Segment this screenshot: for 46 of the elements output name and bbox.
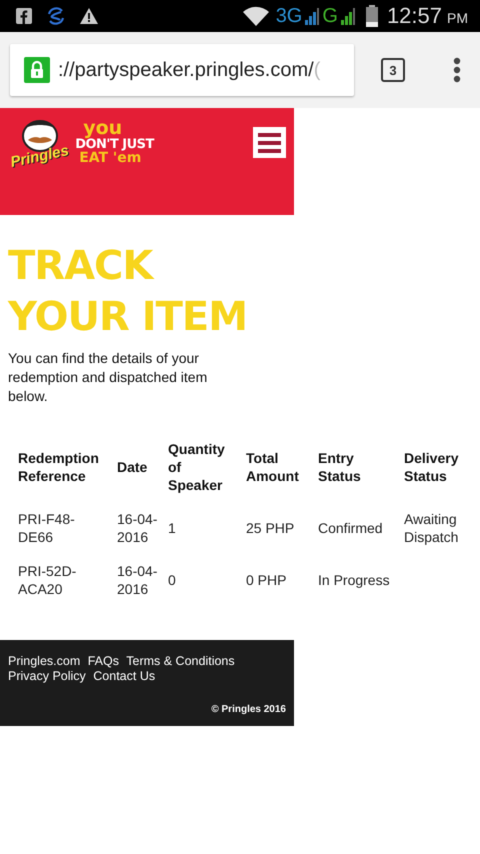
copyright-text: © Pringles 2016 bbox=[210, 704, 286, 715]
column-header: Quantity of Speaker bbox=[168, 440, 226, 494]
footer-link[interactable]: Contact Us bbox=[93, 669, 156, 683]
table-cell-text: 25 PHP bbox=[246, 519, 296, 537]
column-header: Delivery Status bbox=[404, 449, 460, 485]
page-title: YOUR ITEM bbox=[8, 293, 248, 342]
signal-icon bbox=[305, 7, 320, 25]
table-cell-text: 16-04-2016 bbox=[117, 510, 158, 546]
network-label: G bbox=[322, 4, 338, 28]
footer-link[interactable]: FAQs bbox=[88, 654, 119, 668]
column-header: Entry Status bbox=[318, 449, 362, 485]
table-cell-text: In Progress bbox=[318, 571, 391, 589]
table-cell-text: 16-04-2016 bbox=[117, 562, 158, 598]
clock-time: 12:57 bbox=[386, 3, 442, 29]
tab-count-button[interactable]: 3 bbox=[381, 58, 405, 82]
table-cell-text: Awaiting Dispatch bbox=[404, 510, 460, 546]
intro-text: You can find the details of your redemption and dispatched item below. bbox=[8, 349, 208, 406]
tagline-text: you bbox=[83, 118, 122, 138]
facebook-icon bbox=[16, 8, 32, 24]
footer-link[interactable]: Pringles.com bbox=[8, 654, 80, 668]
wifi-icon bbox=[242, 6, 269, 26]
clock-period: PM bbox=[447, 10, 468, 26]
battery-icon bbox=[366, 5, 378, 27]
table-cell-text: PRI-52D-ACA20 bbox=[18, 562, 78, 598]
signal-icon bbox=[340, 7, 355, 25]
table-cell-text: 0 PHP bbox=[246, 571, 288, 589]
footer-link[interactable]: Terms & Conditions bbox=[126, 654, 235, 668]
brand-logo: Pringles bbox=[8, 142, 70, 171]
table-cell-text: 1 bbox=[168, 519, 177, 537]
tagline-text: EAT 'em bbox=[79, 150, 142, 164]
warning-icon bbox=[80, 8, 98, 24]
table-cell-text: Confirmed bbox=[318, 519, 384, 537]
sync-icon bbox=[46, 6, 66, 26]
column-header: Date bbox=[117, 458, 148, 476]
tagline-text: DON'T JUST bbox=[75, 138, 154, 150]
menu-button[interactable] bbox=[253, 127, 286, 158]
page-title: TRACK bbox=[8, 242, 152, 291]
table-cell-text: 0 bbox=[168, 571, 177, 589]
address-field[interactable]: ://partyspeaker.pringles.com/( bbox=[10, 44, 354, 96]
table-cell-text: PRI-F48-DE66 bbox=[18, 510, 76, 546]
network-label: 3G bbox=[276, 4, 302, 28]
footer-link[interactable]: Privacy Policy bbox=[8, 669, 86, 683]
column-header: Total Amount bbox=[246, 449, 300, 485]
menu-icon[interactable] bbox=[453, 57, 461, 83]
lock-icon bbox=[24, 57, 50, 83]
column-header: Redemption Reference bbox=[18, 449, 100, 485]
